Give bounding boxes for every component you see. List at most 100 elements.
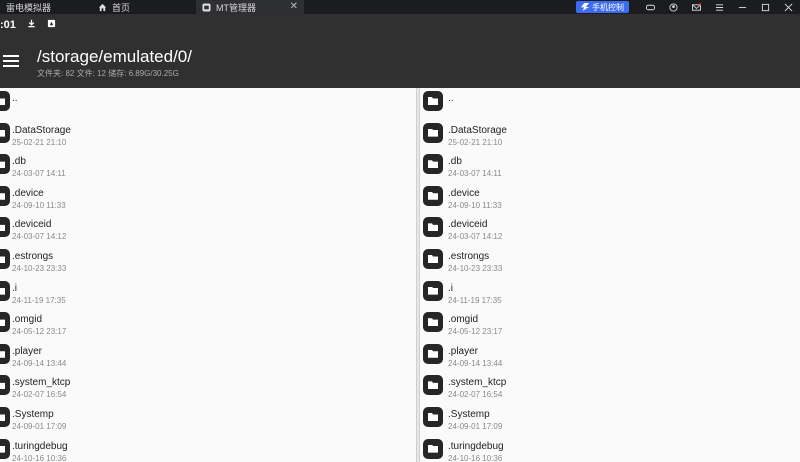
- folder-icon: [0, 375, 10, 396]
- file-name: .Systemp: [448, 409, 490, 420]
- file-name: ..: [448, 93, 454, 104]
- file-list-item[interactable]: .Systemp 24-09-01 17:09: [0, 404, 416, 435]
- file-list-item[interactable]: .system_ktcp 24-02-07 16:54: [420, 372, 800, 403]
- file-list-item[interactable]: .omgid 24-05-12 23:17: [420, 309, 800, 340]
- tab-emulator[interactable]: 雷电模拟器: [0, 0, 92, 14]
- file-name: .i: [12, 282, 17, 294]
- left-file-pane[interactable]: .. .DataStorage 25-02-21 21:10 .db 24-03-07 …: [0, 88, 416, 462]
- file-date: 24-05-12 23:17: [12, 327, 67, 337]
- folder-icon: [423, 217, 443, 238]
- file-name: .DataStorage: [448, 124, 507, 136]
- home-icon: [98, 3, 107, 11]
- file-list-item[interactable]: .omgid 24-05-12 23:17: [0, 309, 416, 340]
- file-name: .player: [12, 345, 43, 357]
- folder-icon: [423, 185, 443, 206]
- folder-icon: [423, 122, 443, 143]
- file-list-item[interactable]: .system_ktcp 24-02-07 16:54: [0, 372, 416, 403]
- folder-icon: [423, 249, 443, 269]
- emulator-tab-label: 雷电模拟器: [6, 2, 52, 13]
- file-date: 24-03-07 14:11: [448, 169, 502, 179]
- folder-icon: [423, 91, 443, 111]
- folder-icon: [0, 249, 10, 269]
- file-date: 24-09-01 17:09: [12, 422, 67, 431]
- hamburger-menu-icon[interactable]: [3, 55, 19, 69]
- folder-icon: [0, 185, 10, 206]
- file-list-item[interactable]: .deviceid 24-03-07 14:12: [0, 214, 416, 245]
- file-list-item[interactable]: .deviceid 24-03-07 14:12: [420, 214, 800, 245]
- folder-icon: [0, 122, 10, 143]
- file-date: 24-09-10 11:33: [448, 200, 502, 210]
- file-list-item[interactable]: ..: [0, 88, 416, 119]
- tab-home[interactable]: 首页: [92, 0, 196, 14]
- folder-icon: [423, 343, 443, 364]
- close-tab-icon[interactable]: ✕: [290, 1, 298, 12]
- file-date: 24-09-14 13:44: [448, 358, 503, 368]
- file-list-item[interactable]: .player 24-09-14 13:44: [0, 341, 416, 372]
- file-date: 24-11-19 17:35: [12, 295, 66, 305]
- file-list-item[interactable]: .db 24-03-07 14:11: [420, 151, 800, 182]
- folder-icon: [0, 312, 10, 333]
- right-file-pane[interactable]: .. .DataStorage 25-02-21 21:10 .db 24-03-07 …: [420, 88, 800, 462]
- gamepad-icon[interactable]: [646, 3, 655, 12]
- file-date: 24-10-23 23:33: [448, 264, 503, 273]
- file-list-item[interactable]: .Systemp 24-09-01 17:09: [420, 404, 800, 435]
- file-date: 24-10-16 10:36: [12, 453, 67, 462]
- tab-mt-manager[interactable]: MT管理器 ✕: [196, 0, 304, 14]
- file-list-item[interactable]: .DataStorage 25-02-21 21:10: [420, 120, 800, 151]
- file-list-item[interactable]: .device 24-09-10 11:33: [0, 183, 416, 214]
- file-date: 24-10-23 23:33: [12, 264, 67, 273]
- file-date: 24-10-16 10:36: [448, 453, 503, 462]
- file-name: .deviceid: [12, 219, 52, 231]
- file-list-item[interactable]: ..: [420, 88, 800, 119]
- restore-icon[interactable]: [761, 3, 770, 12]
- file-date: 24-02-07 16:54: [448, 390, 503, 400]
- home-tab-label: 首页: [112, 2, 131, 13]
- file-list-item[interactable]: .i 24-11-19 17:35: [420, 278, 800, 309]
- file-list-item[interactable]: .player 24-09-14 13:44: [420, 341, 800, 372]
- storage-summary: 文件夹: 82 文件: 12 储存: 6.89G/30.25G: [37, 69, 179, 78]
- file-name: .i: [448, 282, 453, 294]
- file-date: 24-03-07 14:11: [12, 169, 66, 179]
- file-date: 24-03-07 14:12: [12, 232, 67, 242]
- file-list-item[interactable]: .i 24-11-19 17:35: [0, 278, 416, 309]
- file-name: .DataStorage: [12, 124, 71, 136]
- close-window-icon[interactable]: [784, 3, 793, 12]
- file-list-item[interactable]: .turingdebug 24-10-16 10:36: [0, 436, 416, 462]
- user-icon[interactable]: [669, 2, 678, 12]
- file-list-item[interactable]: .DataStorage 25-02-21 21:10: [0, 120, 416, 151]
- file-list-item[interactable]: .db 24-03-07 14:11: [0, 151, 416, 182]
- minimize-icon[interactable]: [738, 3, 747, 12]
- file-date: 24-11-19 17:35: [448, 295, 502, 305]
- notification-icon: [47, 19, 56, 31]
- file-list-item[interactable]: .turingdebug 24-10-16 10:36: [420, 436, 800, 462]
- lightning-icon: [581, 3, 589, 11]
- file-name: .deviceid: [448, 219, 488, 231]
- file-name: .db: [12, 156, 26, 168]
- file-date: 24-09-01 17:09: [448, 422, 503, 431]
- folder-icon: [0, 438, 10, 459]
- phone-control-label: 手机控制: [592, 2, 624, 12]
- file-name: .turingdebug: [12, 440, 68, 452]
- folder-icon: [423, 154, 443, 175]
- file-name: .system_ktcp: [448, 377, 507, 389]
- folder-app-icon: [202, 2, 211, 12]
- file-name: .estrongs: [448, 251, 490, 262]
- file-name: .turingdebug: [448, 440, 504, 452]
- file-date: 25-02-21 21:10: [448, 137, 503, 147]
- emulator-title-bar: 雷电模拟器 首页 MT管理器 ✕ 手机控制: [0, 0, 800, 14]
- phone-control-button[interactable]: 手机控制: [576, 1, 629, 13]
- file-list-item[interactable]: .estrongs 24-10-23 23:33: [0, 246, 416, 277]
- file-list-item[interactable]: .estrongs 24-10-23 23:33: [420, 246, 800, 277]
- file-date: 24-03-07 14:12: [448, 232, 503, 242]
- file-name: .Systemp: [12, 409, 54, 420]
- folder-icon: [0, 407, 10, 427]
- current-path: /storage/emulated/0/: [37, 47, 192, 66]
- folder-icon: [0, 280, 10, 301]
- mail-icon[interactable]: [692, 2, 702, 12]
- menu-icon[interactable]: [715, 3, 724, 12]
- file-name: .db: [448, 156, 462, 168]
- mt-tab-label: MT管理器: [216, 2, 256, 13]
- folder-icon: [0, 217, 10, 238]
- file-list-item[interactable]: .device 24-09-10 11:33: [420, 183, 800, 214]
- file-name: .estrongs: [12, 251, 54, 262]
